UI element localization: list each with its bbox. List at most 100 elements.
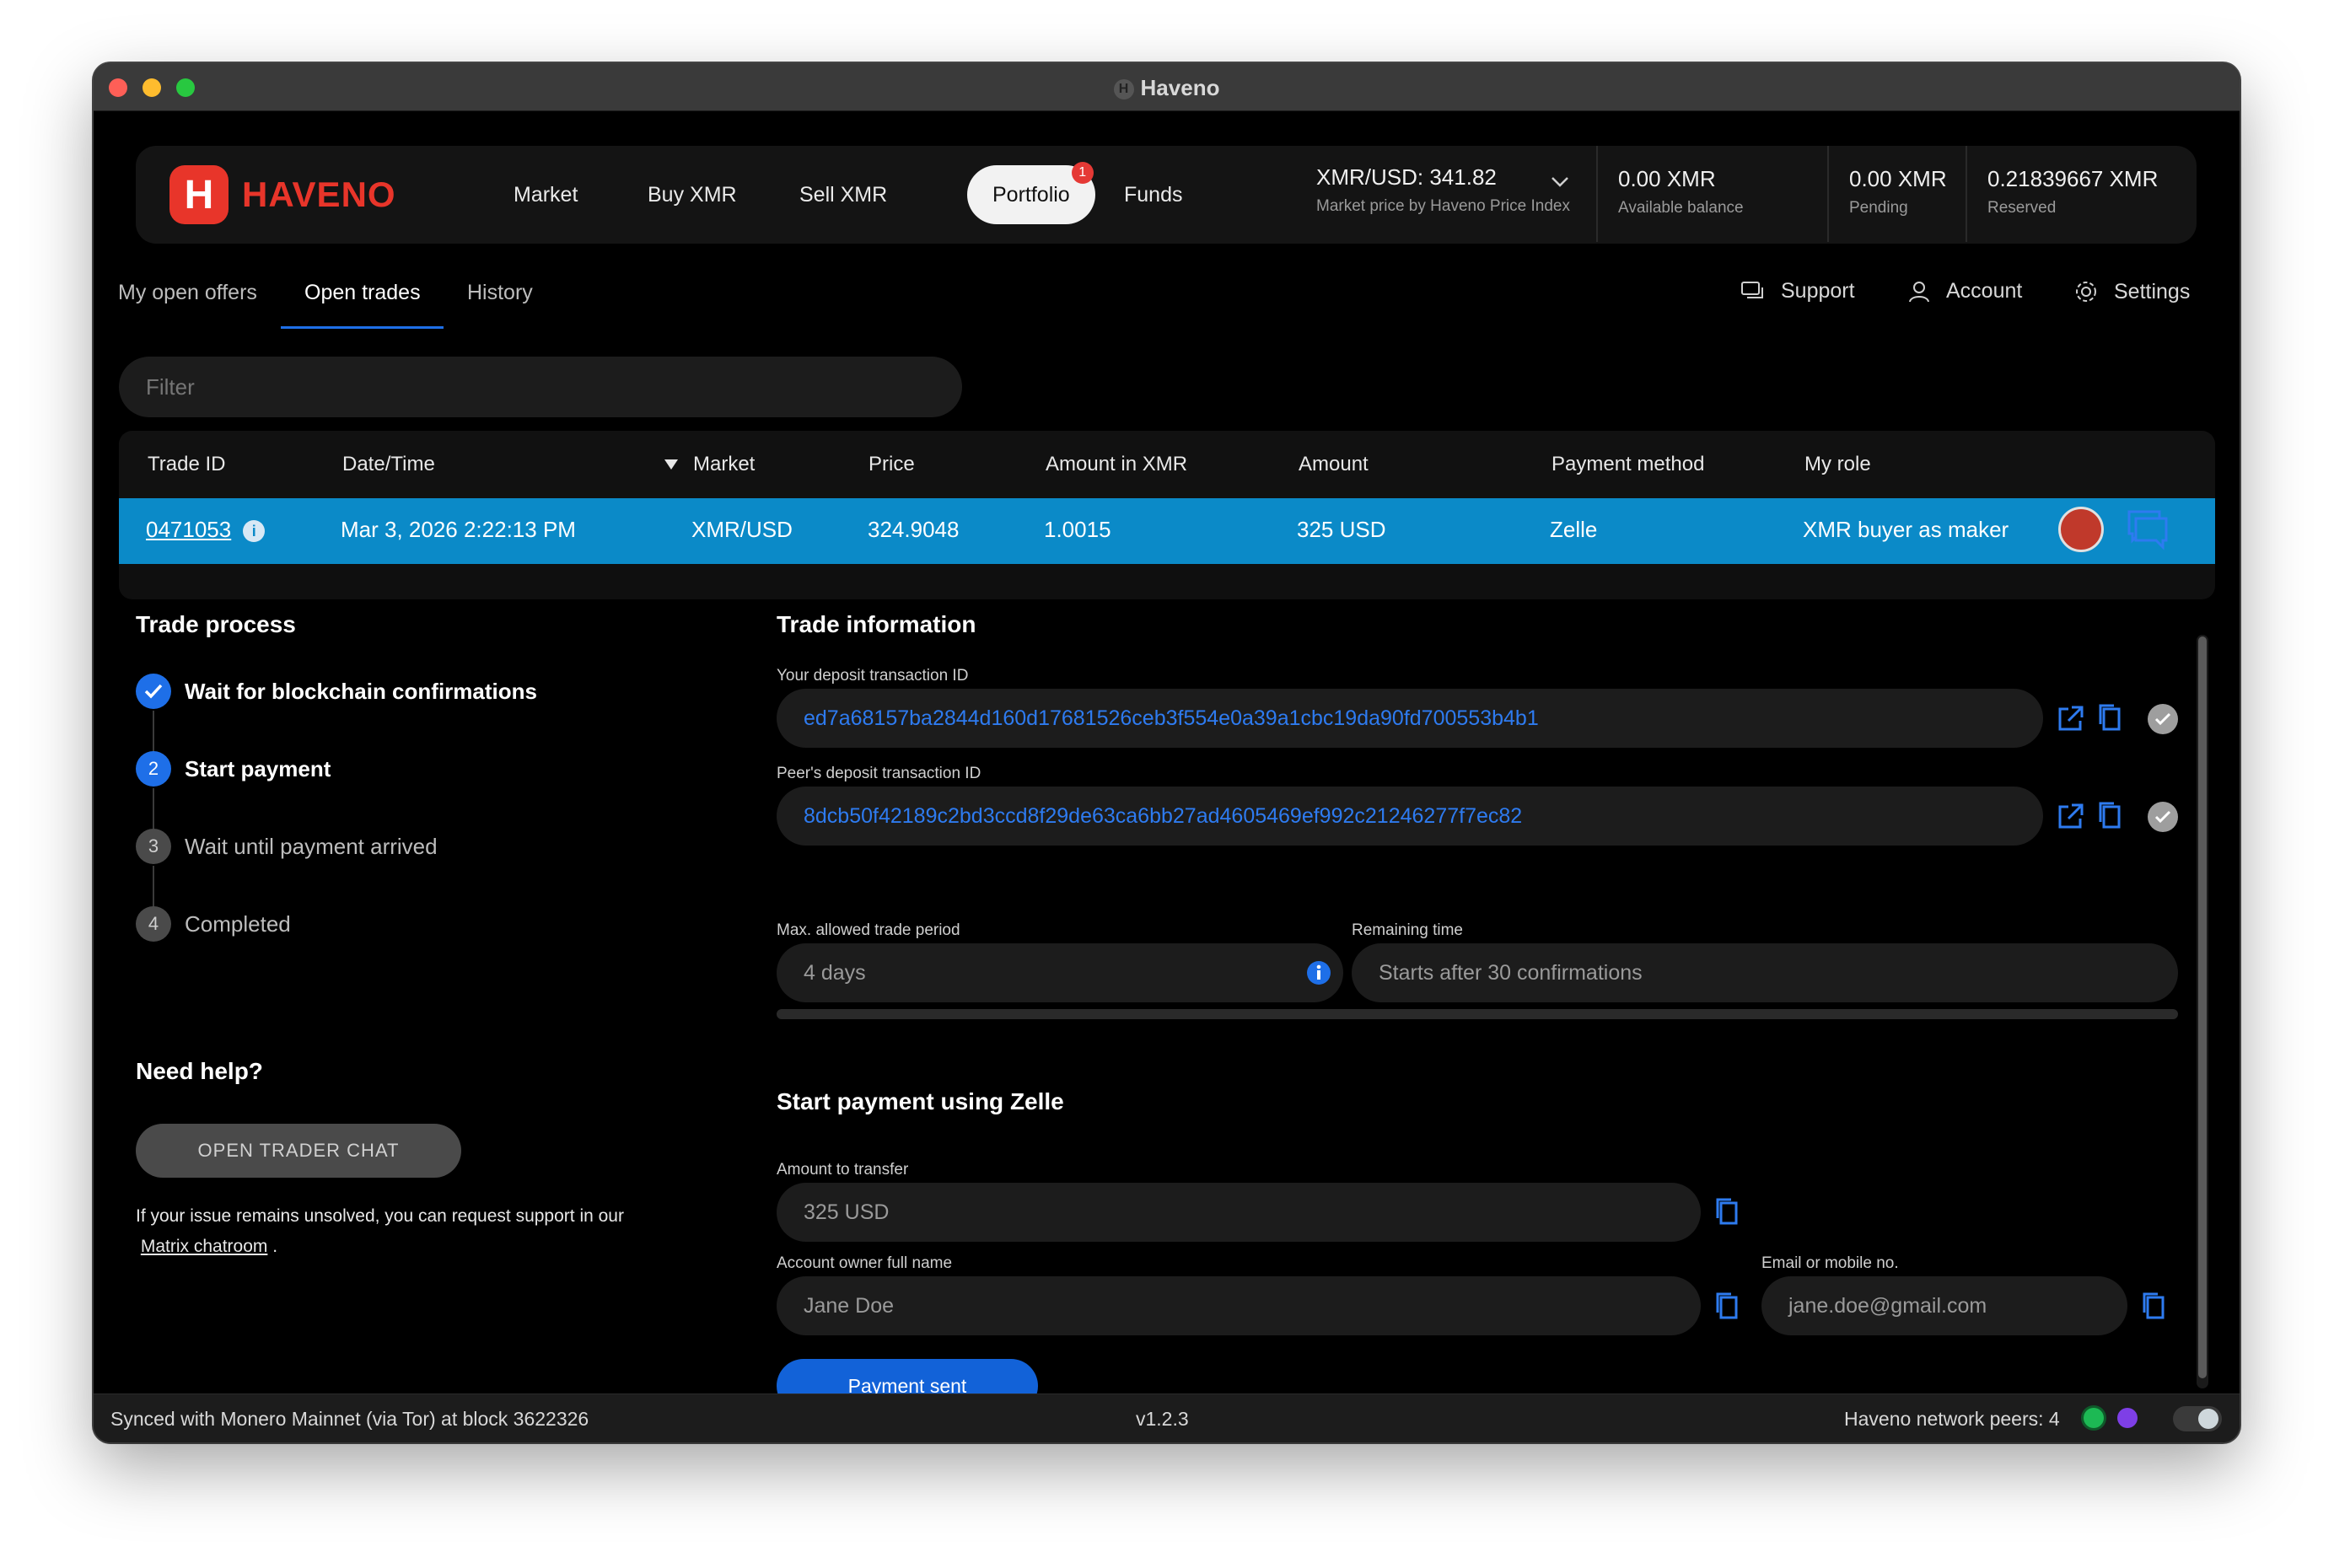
step-number: 4 (136, 906, 171, 942)
pending-balance-label: Pending (1849, 199, 1908, 217)
tor-icon (2117, 1408, 2138, 1428)
copy-icon[interactable] (2097, 702, 2122, 737)
peer-deposit-tx-field[interactable]: 8dcb50f42189c2bd3ccd8f29de63ca6bb27ad460… (777, 787, 2043, 846)
connection-status-icon (2084, 1408, 2104, 1428)
progress-divider (777, 1009, 2178, 1019)
tab-history[interactable]: History (467, 281, 533, 305)
scrollbar-thumb[interactable] (2198, 636, 2207, 1378)
network-peers: Haveno network peers: 4 (1844, 1408, 2060, 1430)
trade-information-title: Trade information (777, 611, 976, 637)
info-icon[interactable]: i (243, 520, 266, 543)
available-balance-label: Available balance (1618, 199, 1744, 217)
step-start-payment: 2 Start payment (136, 751, 331, 787)
sort-desc-icon[interactable] (664, 453, 679, 476)
chat-bubble-icon[interactable] (2126, 508, 2170, 555)
market-price-value: XMR/USD: 341.82 (1316, 164, 1497, 190)
app-window: H Haveno H HAVENO Market Buy XMR Sell XMR… (94, 63, 2240, 1442)
step-connector (153, 866, 154, 910)
col-market[interactable]: Market (693, 453, 755, 476)
help-text-end: . (272, 1237, 278, 1256)
step-connector (153, 711, 154, 754)
settings-label: Settings (2114, 279, 2191, 303)
app-icon: H (1113, 79, 1134, 100)
tab-open-trades[interactable]: Open trades (304, 281, 421, 305)
copy-icon[interactable] (2097, 800, 2122, 835)
tab-my-open-offers[interactable]: My open offers (118, 281, 257, 305)
col-my-role[interactable]: My role (1804, 453, 1871, 476)
amount-to-transfer-label: Amount to transfer (777, 1161, 909, 1179)
step-label: Wait for blockchain confirmations (185, 678, 537, 704)
your-deposit-tx-field[interactable]: ed7a68157ba2844d160d17681526ceb3f554e0a3… (777, 689, 2043, 748)
logo-text: HAVENO (242, 175, 396, 214)
step-number: 2 (136, 751, 171, 787)
haveno-logo-icon: H (169, 165, 229, 224)
trade-process-title: Trade process (136, 611, 296, 637)
support-link[interactable]: Support (1740, 279, 1855, 303)
account-link[interactable]: Account (1907, 279, 2022, 303)
pending-balance-value: 0.00 XMR (1849, 166, 1947, 191)
copy-icon[interactable] (1714, 1196, 1740, 1231)
amount-to-transfer-field[interactable]: 325 USD (777, 1183, 1701, 1242)
filter-input[interactable] (119, 357, 962, 417)
peer-deposit-label: Peer's deposit transaction ID (777, 765, 981, 782)
info-icon[interactable] (1306, 960, 1331, 990)
step-wait-payment: 3 Wait until payment arrived (136, 829, 438, 864)
external-link-icon[interactable] (2057, 802, 2085, 835)
start-payment-title: Start payment using Zelle (777, 1088, 1064, 1114)
chevron-down-icon[interactable] (1551, 171, 1569, 193)
max-period-field: 4 days (777, 943, 1343, 1002)
nav-buy-xmr[interactable]: Buy XMR (622, 175, 762, 215)
account-owner-label: Account owner full name (777, 1254, 953, 1272)
reserved-balance-label: Reserved (1987, 199, 2057, 217)
price-cell: 324.9048 (868, 517, 960, 542)
table-row[interactable]: 0471053 i Mar 3, 2026 2:22:13 PM XMR/USD … (119, 498, 2215, 564)
window-title: H Haveno (94, 75, 2240, 101)
reserved-balance: 0.21839667 XMR Reserved (1966, 146, 2181, 242)
col-amount[interactable]: Amount (1299, 453, 1369, 476)
open-trader-chat-button[interactable]: OPEN TRADER CHAT (136, 1124, 461, 1178)
external-link-icon[interactable] (2057, 704, 2085, 737)
window-title-text: Haveno (1140, 75, 1220, 100)
max-period-label: Max. allowed trade period (777, 921, 960, 939)
nav-portfolio[interactable]: Portfolio 1 (967, 162, 1095, 224)
support-label: Support (1781, 279, 1855, 303)
copy-icon[interactable] (2141, 1291, 2166, 1325)
haveno-logo[interactable]: H HAVENO (169, 163, 396, 227)
col-payment-method[interactable]: Payment method (1552, 453, 1704, 476)
col-date-time[interactable]: Date/Time (342, 453, 435, 476)
nav-funds[interactable]: Funds (1099, 175, 1207, 215)
top-navigation-bar: H HAVENO Market Buy XMR Sell XMR Portfol… (136, 146, 2197, 244)
trade-id-link[interactable]: 0471053 (146, 517, 231, 542)
help-text-body: If your issue remains unsolved, you can … (136, 1206, 624, 1226)
settings-link[interactable]: Settings (2073, 279, 2190, 304)
gear-icon (2076, 282, 2096, 302)
step-label: Start payment (185, 755, 331, 781)
nav-portfolio-label: Portfolio (992, 183, 1070, 207)
step-blockchain-confirmations: Wait for blockchain confirmations (136, 674, 537, 709)
remaining-time-label: Remaining time (1352, 921, 1463, 939)
email-field[interactable]: jane.doe@gmail.com (1761, 1276, 2127, 1335)
peer-avatar[interactable] (2058, 507, 2104, 552)
col-trade-id[interactable]: Trade ID (148, 453, 225, 476)
nav-sell-xmr[interactable]: Sell XMR (774, 175, 912, 215)
checkmark-icon (136, 674, 171, 709)
market-price-selector[interactable]: XMR/USD: 341.82 Market price by Haveno P… (1316, 164, 1570, 216)
account-owner-field[interactable]: Jane Doe (777, 1276, 1701, 1335)
copy-icon[interactable] (1714, 1291, 1740, 1325)
payment-method-cell: Zelle (1550, 517, 1598, 542)
col-price[interactable]: Price (869, 453, 915, 476)
need-help-title: Need help? (136, 1058, 263, 1084)
market-cell: XMR/USD (691, 517, 793, 542)
account-icon (1909, 281, 1929, 302)
confirmed-check-icon (2148, 704, 2178, 734)
market-price-source: Market price by Haveno Price Index (1316, 197, 1570, 215)
step-label: Wait until payment arrived (185, 833, 438, 859)
step-number: 3 (136, 829, 171, 864)
sync-status: Synced with Monero Mainnet (via Tor) at … (110, 1408, 589, 1430)
available-balance-value: 0.00 XMR (1618, 166, 1716, 191)
nav-market[interactable]: Market (488, 175, 603, 215)
confirmed-check-icon (2148, 802, 2178, 832)
col-amount-xmr[interactable]: Amount in XMR (1046, 453, 1187, 476)
matrix-chatroom-link[interactable]: Matrix chatroom (141, 1237, 268, 1256)
theme-toggle[interactable] (2173, 1406, 2222, 1431)
